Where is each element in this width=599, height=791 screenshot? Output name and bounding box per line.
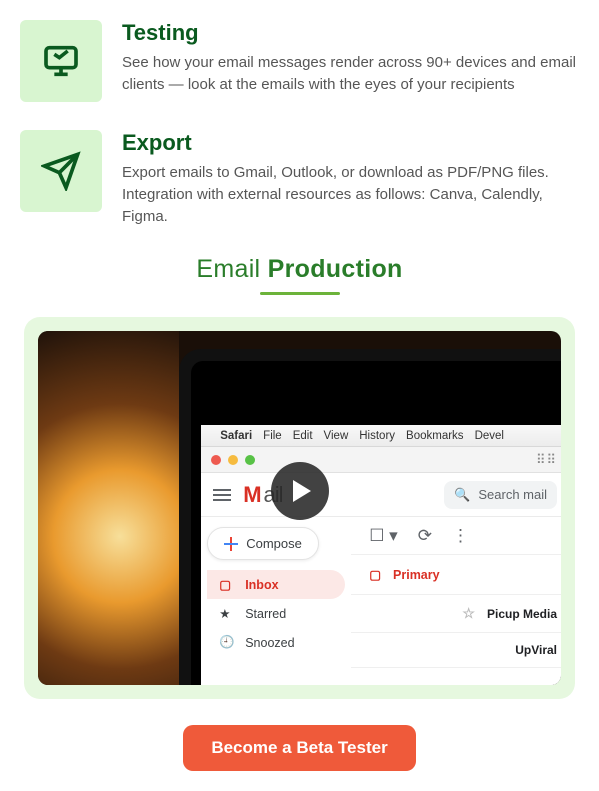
- feature-title: Export: [122, 130, 579, 156]
- laptop-illustration: Safari File Edit View History Bookmarks …: [179, 349, 561, 685]
- video-thumbnail[interactable]: Safari File Edit View History Bookmarks …: [38, 331, 561, 685]
- search-icon: 🔍: [454, 487, 470, 503]
- paper-plane-icon: [20, 130, 102, 212]
- mail-row: ☆Picup Media: [351, 595, 561, 633]
- section-title: Email Production: [20, 255, 579, 284]
- feature-testing: Testing See how your email messages rend…: [20, 20, 579, 102]
- more-icon: ⋮: [452, 526, 469, 546]
- compose-button: Compose: [207, 527, 319, 560]
- sidebar-item-snoozed: 🕘Snoozed: [207, 628, 345, 657]
- plus-icon: [224, 537, 238, 551]
- macos-menubar: Safari File Edit View History Bookmarks …: [201, 425, 561, 447]
- gmail-toolbar: ☐ ▾⟳⋮: [351, 517, 561, 555]
- hamburger-icon: [213, 494, 231, 496]
- become-beta-tester-button[interactable]: Become a Beta Tester: [183, 725, 415, 771]
- search-input: 🔍 Search mail: [444, 481, 557, 509]
- sidebar-item-inbox: ▢Inbox: [207, 570, 345, 599]
- play-button[interactable]: [271, 462, 329, 520]
- feature-title: Testing: [122, 20, 579, 46]
- video-card: Safari File Edit View History Bookmarks …: [24, 317, 575, 699]
- apps-grid-icon: ⠿⠿: [536, 452, 557, 468]
- mail-row: UpViral: [351, 633, 561, 668]
- background-bokeh: [38, 331, 179, 685]
- feature-export: Export Export emails to Gmail, Outlook, …: [20, 130, 579, 227]
- gmail-header: Mail 🔍 Search mail: [201, 473, 561, 517]
- sidebar-item-starred: ★Starred: [207, 599, 345, 628]
- star-icon: ★: [219, 606, 233, 621]
- primary-tab: ▢Primary: [351, 555, 561, 595]
- title-divider: [260, 292, 340, 295]
- inbox-tab-icon: ▢: [369, 567, 381, 582]
- refresh-icon: ⟳: [418, 526, 432, 546]
- gmail-sidebar: Compose ▢Inbox ★Starred 🕘Snoozed: [201, 517, 351, 685]
- inbox-icon: ▢: [219, 577, 233, 592]
- browser-traffic-lights: ⠿⠿: [201, 447, 561, 473]
- monitor-icon: [20, 20, 102, 102]
- clock-icon: 🕘: [219, 635, 233, 650]
- feature-desc: See how your email messages render acros…: [122, 52, 579, 96]
- feature-desc: Export emails to Gmail, Outlook, or down…: [122, 162, 579, 227]
